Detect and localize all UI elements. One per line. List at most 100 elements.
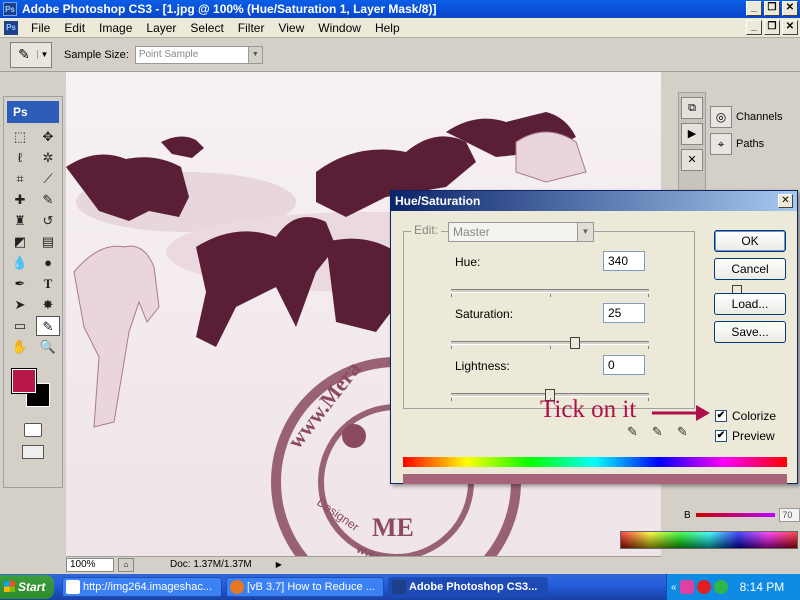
menu-image[interactable]: Image [92, 21, 139, 35]
zoom-input[interactable]: 100% [66, 557, 114, 572]
lightness-input[interactable]: 0 [603, 355, 645, 375]
menu-filter[interactable]: Filter [231, 21, 272, 35]
dodge-tool-icon[interactable]: ● [36, 253, 60, 273]
hue-slider-track[interactable] [451, 285, 742, 297]
tray-expand-icon[interactable]: « [671, 582, 677, 593]
edit-select[interactable]: Master ▼ [448, 222, 594, 242]
task-button-browser[interactable]: http://img264.imageshac... [62, 577, 222, 597]
colorize-label: Colorize [732, 409, 777, 423]
actions-icon[interactable]: ▶ [681, 123, 703, 145]
cancel-button[interactable]: Cancel [714, 258, 786, 280]
maximize-button[interactable]: ❐ [764, 1, 780, 16]
chevron-down-icon: ▼ [577, 223, 593, 241]
eyedropper-minus-icon[interactable]: ✎ [677, 424, 688, 440]
colorize-checkbox[interactable]: ✔ [715, 410, 727, 422]
hue-input[interactable]: 340 [603, 251, 645, 271]
blur-tool-icon[interactable]: 💧 [8, 253, 32, 273]
clock: 8:14 PM [739, 580, 785, 594]
preview-label: Preview [732, 429, 775, 443]
magic-wand-icon[interactable]: ✲ [36, 148, 60, 168]
edit-group-box [403, 231, 695, 409]
doc-restore-button[interactable]: ❐ [764, 20, 780, 35]
preview-row[interactable]: ✔ Preview [715, 429, 775, 443]
load-button[interactable]: Load... [714, 293, 786, 315]
channels-label: Channels [736, 111, 783, 123]
saturation-input[interactable]: 25 [603, 303, 645, 323]
doc-minimize-button[interactable]: _ [746, 20, 762, 35]
screen-mode-icon[interactable] [22, 445, 44, 459]
zoom-tool-icon[interactable]: 🔍 [36, 337, 60, 357]
eyedropper-plus-icon[interactable]: ✎ [652, 424, 663, 440]
task-button-firefox[interactable]: [vB 3.7] How to Reduce ... [226, 577, 384, 597]
clone-stamp-icon[interactable]: ♜ [8, 211, 32, 231]
tools-icon[interactable]: ✕ [681, 149, 703, 171]
photoshop-task-icon [392, 580, 406, 594]
sample-size-label: Sample Size: [64, 48, 129, 61]
tray-status-icon[interactable] [713, 580, 728, 594]
chevron-down-icon: ▼ [247, 46, 262, 63]
pen-tool-icon[interactable]: ✒ [8, 274, 32, 294]
tray-app-icon[interactable] [679, 580, 694, 594]
eyedropper-icon[interactable]: ✎ [627, 424, 638, 440]
status-arrow-icon[interactable]: ▶ [276, 560, 282, 569]
marquee-tool-icon[interactable]: ⬚ [8, 127, 32, 147]
eyedropper-tool-icon[interactable]: ✎ [36, 316, 60, 336]
status-menu-icon[interactable]: ⌂ [118, 557, 134, 572]
tray-opera-icon[interactable] [696, 580, 711, 594]
gradient-tool-icon[interactable]: ▤ [36, 232, 60, 252]
dialog-title: Hue/Saturation [391, 191, 797, 211]
path-select-icon[interactable]: ➤ [8, 295, 32, 315]
menu-view[interactable]: View [271, 21, 311, 35]
b-value[interactable]: 70 [779, 508, 800, 522]
menu-window[interactable]: Window [311, 21, 368, 35]
preview-checkbox[interactable]: ✔ [715, 430, 727, 442]
menu-file[interactable]: File [24, 21, 57, 35]
menu-edit[interactable]: Edit [57, 21, 92, 35]
close-button[interactable]: ✕ [782, 1, 798, 16]
dialog-close-button[interactable]: ✕ [778, 194, 793, 208]
colorize-row[interactable]: ✔ Colorize [715, 409, 776, 423]
start-button[interactable]: Start [0, 575, 54, 599]
watermark-big: ME [372, 513, 414, 542]
ok-button[interactable]: OK [714, 230, 786, 252]
history-brush-icon[interactable]: ↺ [36, 211, 60, 231]
tool-preset-picker[interactable]: ✎ ▼ [10, 41, 52, 68]
save-button[interactable]: Save... [714, 321, 786, 343]
brush-tool-icon[interactable]: ✎ [36, 190, 60, 210]
task-label: Adobe Photoshop CS3... [409, 581, 538, 593]
slider-tick [648, 398, 649, 401]
move-tool-icon[interactable]: ✥ [36, 127, 60, 147]
eraser-tool-icon[interactable]: ◩ [8, 232, 32, 252]
photoshop-badge[interactable]: Ps [7, 101, 59, 123]
channels-icon: ◎ [710, 106, 732, 128]
document-icon[interactable]: Ps [4, 20, 18, 35]
menu-layer[interactable]: Layer [139, 21, 183, 35]
b-label: B [684, 509, 691, 521]
minimize-button[interactable]: _ [746, 1, 762, 16]
task-button-photoshop[interactable]: Adobe Photoshop CS3... [388, 577, 548, 597]
chevron-down-icon: ▼ [37, 50, 51, 59]
color-spectrum-ramp[interactable] [620, 531, 798, 549]
lasso-tool-icon[interactable]: ℓ [8, 148, 32, 168]
saturation-slider-track[interactable] [451, 337, 649, 349]
quick-mask-icon[interactable] [24, 423, 42, 437]
notes-tool-icon[interactable]: ▭ [8, 316, 32, 336]
sample-size-select[interactable]: Point Sample ▼ [134, 45, 263, 64]
hand-tool-icon[interactable]: ✋ [8, 337, 32, 357]
foreground-color-swatch[interactable] [11, 368, 37, 394]
hue-label: Hue: [455, 255, 481, 269]
doc-close-button[interactable]: ✕ [782, 20, 798, 35]
slice-tool-icon[interactable]: ⟋ [36, 169, 60, 189]
hue-saturation-dialog: Hue/Saturation ✕ Edit: Master ▼ Hue: 340… [390, 190, 798, 484]
type-tool-icon[interactable]: T [36, 274, 60, 294]
saturation-slider-thumb[interactable] [569, 337, 580, 349]
healing-brush-icon[interactable]: ✚ [8, 190, 32, 210]
menu-select[interactable]: Select [183, 21, 230, 35]
menu-help[interactable]: Help [368, 21, 407, 35]
b-slider[interactable] [695, 513, 776, 517]
paths-panel-tab[interactable]: ⌖ Paths [710, 133, 764, 155]
crop-tool-icon[interactable]: ⌗ [8, 169, 32, 189]
channels-panel-tab[interactable]: ◎ Channels [710, 106, 782, 128]
navigator-icon[interactable]: ⧉ [681, 97, 703, 119]
shape-tool-icon[interactable]: ✸ [36, 295, 60, 315]
